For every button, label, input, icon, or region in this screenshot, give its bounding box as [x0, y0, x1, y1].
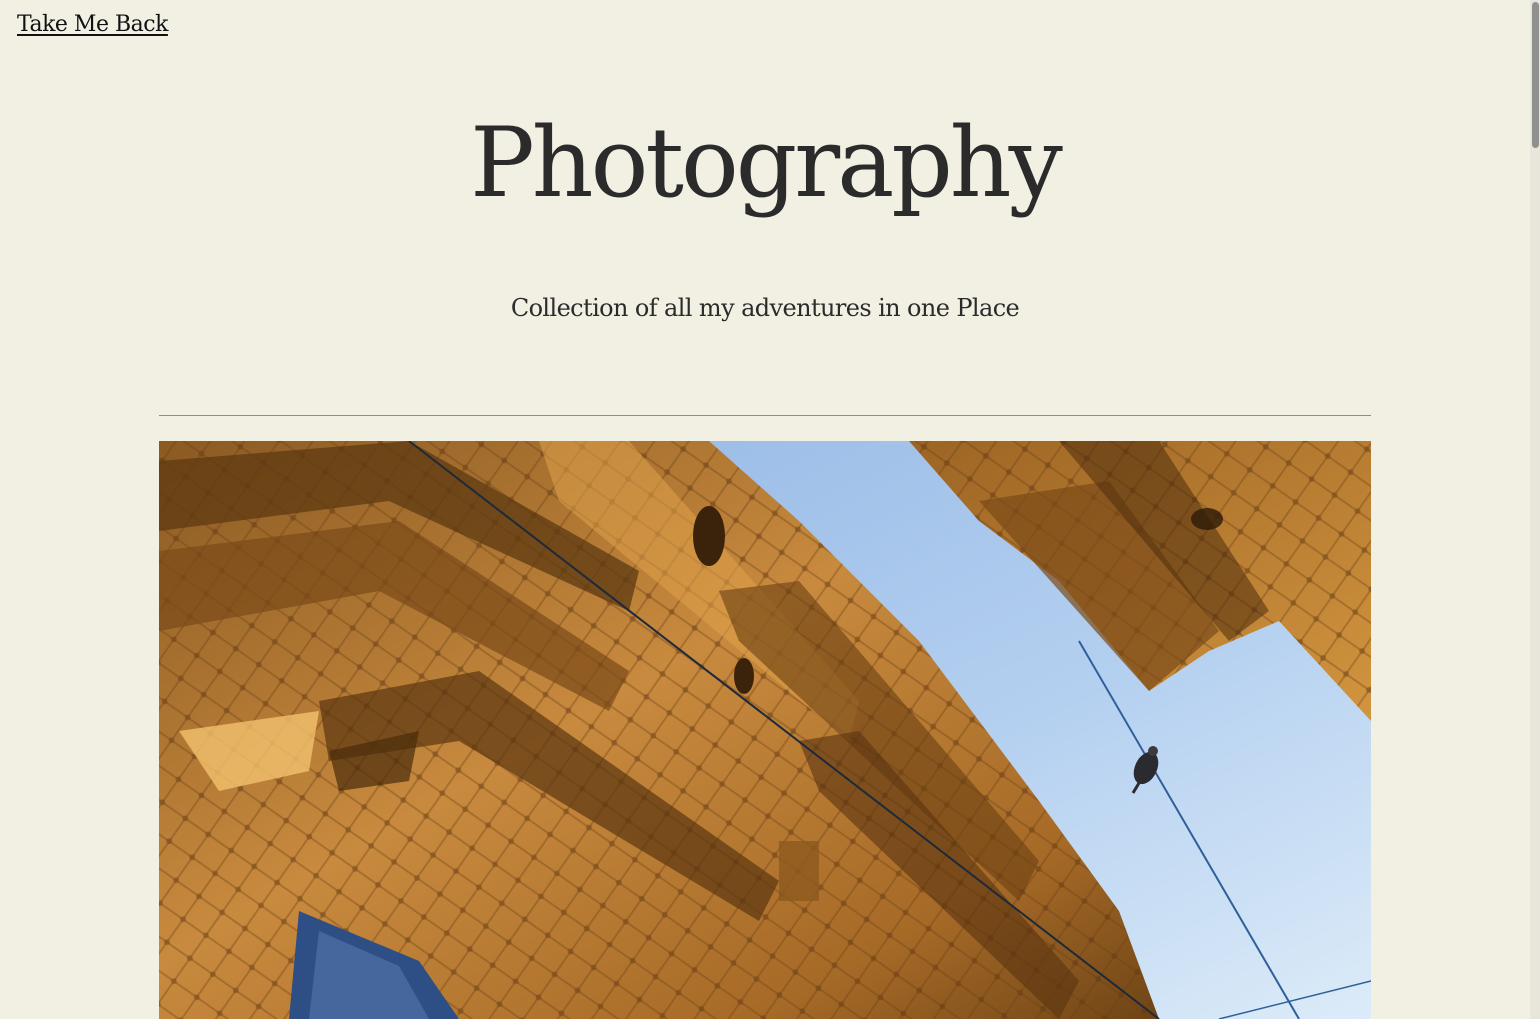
photo-image — [159, 441, 1371, 1019]
page-scrollbar[interactable] — [1530, 0, 1540, 1019]
page-title: Photography — [470, 107, 1063, 219]
gallery-photo[interactable] — [159, 441, 1371, 1019]
section-divider — [159, 415, 1371, 416]
take-me-back-link[interactable]: Take Me Back — [17, 12, 168, 37]
scrollbar-thumb[interactable] — [1532, 2, 1539, 148]
page-subtitle: Collection of all my adventures in one P… — [510, 294, 1020, 322]
